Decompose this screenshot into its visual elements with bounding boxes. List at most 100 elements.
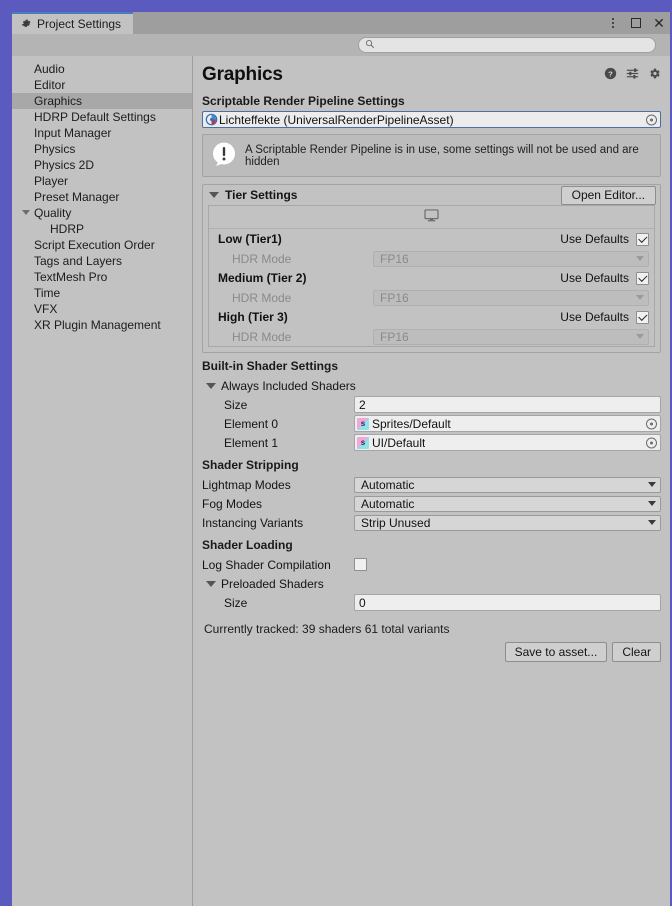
tier-row: Medium (Tier 2)Use Defaults bbox=[209, 268, 654, 288]
sidebar-item-label: TextMesh Pro bbox=[34, 270, 107, 284]
shader-object-field[interactable]: sUI/Default bbox=[354, 434, 661, 451]
kebab-menu-icon[interactable] bbox=[606, 16, 620, 30]
hdr-mode-value: FP16 bbox=[380, 330, 409, 344]
sidebar-item-quality[interactable]: Quality bbox=[12, 205, 192, 221]
tier-settings-title: Tier Settings bbox=[225, 188, 297, 202]
object-picker-icon[interactable] bbox=[646, 114, 657, 125]
sidebar-item-hdrp-default-settings[interactable]: HDRP Default Settings bbox=[12, 109, 192, 125]
sidebar-item-label: Time bbox=[34, 286, 60, 300]
tab-label: Project Settings bbox=[37, 17, 121, 31]
log-shader-compilation-row: Log Shader Compilation bbox=[202, 555, 661, 574]
stripping-value: Strip Unused bbox=[361, 516, 430, 530]
search-input[interactable] bbox=[378, 39, 649, 51]
sidebar-item-textmesh-pro[interactable]: TextMesh Pro bbox=[12, 269, 192, 285]
tier-settings-foldout-icon[interactable] bbox=[209, 192, 219, 198]
hdr-mode-dropdown[interactable]: FP16 bbox=[373, 290, 649, 306]
gear-icon[interactable] bbox=[648, 67, 661, 83]
window-frame: Project Settings ✕ bbox=[0, 0, 672, 906]
content-area: AudioEditorGraphicsHDRP Default Settings… bbox=[12, 56, 670, 906]
shader-icon: s bbox=[357, 437, 369, 449]
shader-value: Sprites/Default bbox=[372, 417, 451, 431]
srp-section-label: Scriptable Render Pipeline Settings bbox=[202, 94, 661, 108]
page-header: Graphics ? bbox=[202, 62, 661, 88]
sidebar-item-physics-2d[interactable]: Physics 2D bbox=[12, 157, 192, 173]
sidebar-item-editor[interactable]: Editor bbox=[12, 77, 192, 93]
open-editor-button[interactable]: Open Editor... bbox=[561, 186, 656, 205]
preset-icon[interactable] bbox=[626, 67, 639, 83]
size-label: Size bbox=[202, 398, 354, 412]
foldout-arrow-icon[interactable] bbox=[22, 210, 30, 215]
size-label: Size bbox=[202, 596, 354, 610]
srp-warning-helpbox: A Scriptable Render Pipeline is in use, … bbox=[202, 134, 661, 177]
sidebar-item-tags-and-layers[interactable]: Tags and Layers bbox=[12, 253, 192, 269]
hdr-mode-value: FP16 bbox=[380, 252, 409, 266]
shader-object-field[interactable]: sSprites/Default bbox=[354, 415, 661, 432]
tab-project-settings[interactable]: Project Settings bbox=[12, 12, 133, 34]
sidebar-item-label: Quality bbox=[34, 206, 71, 220]
use-defaults-checkbox[interactable] bbox=[636, 272, 649, 285]
sidebar-item-hdrp[interactable]: HDRP bbox=[12, 221, 192, 237]
stripping-dropdown[interactable]: Automatic bbox=[354, 477, 661, 493]
hdr-mode-label: HDR Mode bbox=[218, 291, 373, 305]
sidebar-item-time[interactable]: Time bbox=[12, 285, 192, 301]
foldout-arrow-icon[interactable] bbox=[206, 383, 216, 389]
shader-stripping-row: Fog ModesAutomatic bbox=[202, 494, 661, 513]
always-included-shaders-foldout[interactable]: Always Included Shaders bbox=[202, 376, 661, 395]
settings-sidebar: AudioEditorGraphicsHDRP Default Settings… bbox=[12, 56, 193, 906]
foldout-arrow-icon[interactable] bbox=[206, 581, 216, 587]
stripping-dropdown[interactable]: Automatic bbox=[354, 496, 661, 512]
page-title: Graphics bbox=[202, 64, 283, 86]
log-shader-compilation-checkbox[interactable] bbox=[354, 558, 367, 571]
desktop-monitor-icon[interactable] bbox=[424, 209, 439, 225]
sidebar-item-label: Audio bbox=[34, 62, 65, 76]
tier-row: High (Tier 3)Use Defaults bbox=[209, 307, 654, 327]
shader-element-row: Element 0sSprites/Default bbox=[202, 414, 661, 433]
always-included-size-field[interactable]: 2 bbox=[354, 396, 661, 413]
help-icon[interactable]: ? bbox=[604, 67, 617, 83]
sidebar-item-label: Physics 2D bbox=[34, 158, 94, 172]
helpbox-message: A Scriptable Render Pipeline is in use, … bbox=[245, 144, 652, 168]
search-field[interactable] bbox=[358, 37, 656, 53]
shader-elements-container: Element 0sSprites/DefaultElement 1sUI/De… bbox=[202, 414, 661, 452]
srp-object-field[interactable]: Lichteffekte (UniversalRenderPipelineAss… bbox=[202, 111, 661, 128]
sidebar-item-label: Physics bbox=[34, 142, 75, 156]
sidebar-item-audio[interactable]: Audio bbox=[12, 61, 192, 77]
shader-element-row: Element 1sUI/Default bbox=[202, 433, 661, 452]
header-icon-group: ? bbox=[604, 67, 661, 83]
stripping-label: Fog Modes bbox=[202, 497, 354, 511]
save-to-asset-button[interactable]: Save to asset... bbox=[505, 642, 608, 662]
svg-text:?: ? bbox=[608, 69, 613, 78]
chevron-down-icon bbox=[648, 501, 656, 506]
srp-asset-value: Lichteffekte (UniversalRenderPipelineAss… bbox=[219, 113, 454, 127]
sidebar-item-input-manager[interactable]: Input Manager bbox=[12, 125, 192, 141]
search-bar-row bbox=[12, 34, 670, 57]
sidebar-item-physics[interactable]: Physics bbox=[12, 141, 192, 157]
object-picker-icon[interactable] bbox=[646, 418, 657, 429]
maximize-icon[interactable] bbox=[629, 16, 643, 30]
use-defaults-label: Use Defaults bbox=[560, 271, 629, 285]
clear-button[interactable]: Clear bbox=[612, 642, 661, 662]
sidebar-item-xr-plugin-management[interactable]: XR Plugin Management bbox=[12, 317, 192, 333]
shader-stripping-row: Lightmap Modes Automatic bbox=[202, 475, 661, 494]
sidebar-item-player[interactable]: Player bbox=[12, 173, 192, 189]
log-shader-compilation-label: Log Shader Compilation bbox=[202, 558, 354, 572]
hdr-mode-dropdown[interactable]: FP16 bbox=[373, 329, 649, 345]
hdr-mode-label: HDR Mode bbox=[218, 252, 373, 266]
sidebar-item-script-execution-order[interactable]: Script Execution Order bbox=[12, 237, 192, 253]
stripping-dropdown[interactable]: Strip Unused bbox=[354, 515, 661, 531]
object-picker-icon[interactable] bbox=[646, 437, 657, 448]
use-defaults-checkbox[interactable] bbox=[636, 311, 649, 324]
hdr-mode-dropdown[interactable]: FP16 bbox=[373, 251, 649, 267]
preloaded-shaders-foldout[interactable]: Preloaded Shaders bbox=[202, 574, 661, 593]
tracked-shaders-status: Currently tracked: 39 shaders 61 total v… bbox=[204, 622, 661, 636]
sidebar-item-preset-manager[interactable]: Preset Manager bbox=[12, 189, 192, 205]
sidebar-item-graphics[interactable]: Graphics bbox=[12, 93, 192, 109]
sidebar-item-vfx[interactable]: VFX bbox=[12, 301, 192, 317]
use-defaults-checkbox[interactable] bbox=[636, 233, 649, 246]
stripping-label: Lightmap Modes bbox=[202, 478, 354, 492]
close-icon[interactable]: ✕ bbox=[652, 16, 666, 30]
use-defaults-label: Use Defaults bbox=[560, 310, 629, 324]
stripping-value: Automatic bbox=[361, 478, 414, 492]
preloaded-size-field[interactable]: 0 bbox=[354, 594, 661, 611]
tier-row: Low (Tier1)Use Defaults bbox=[209, 229, 654, 249]
